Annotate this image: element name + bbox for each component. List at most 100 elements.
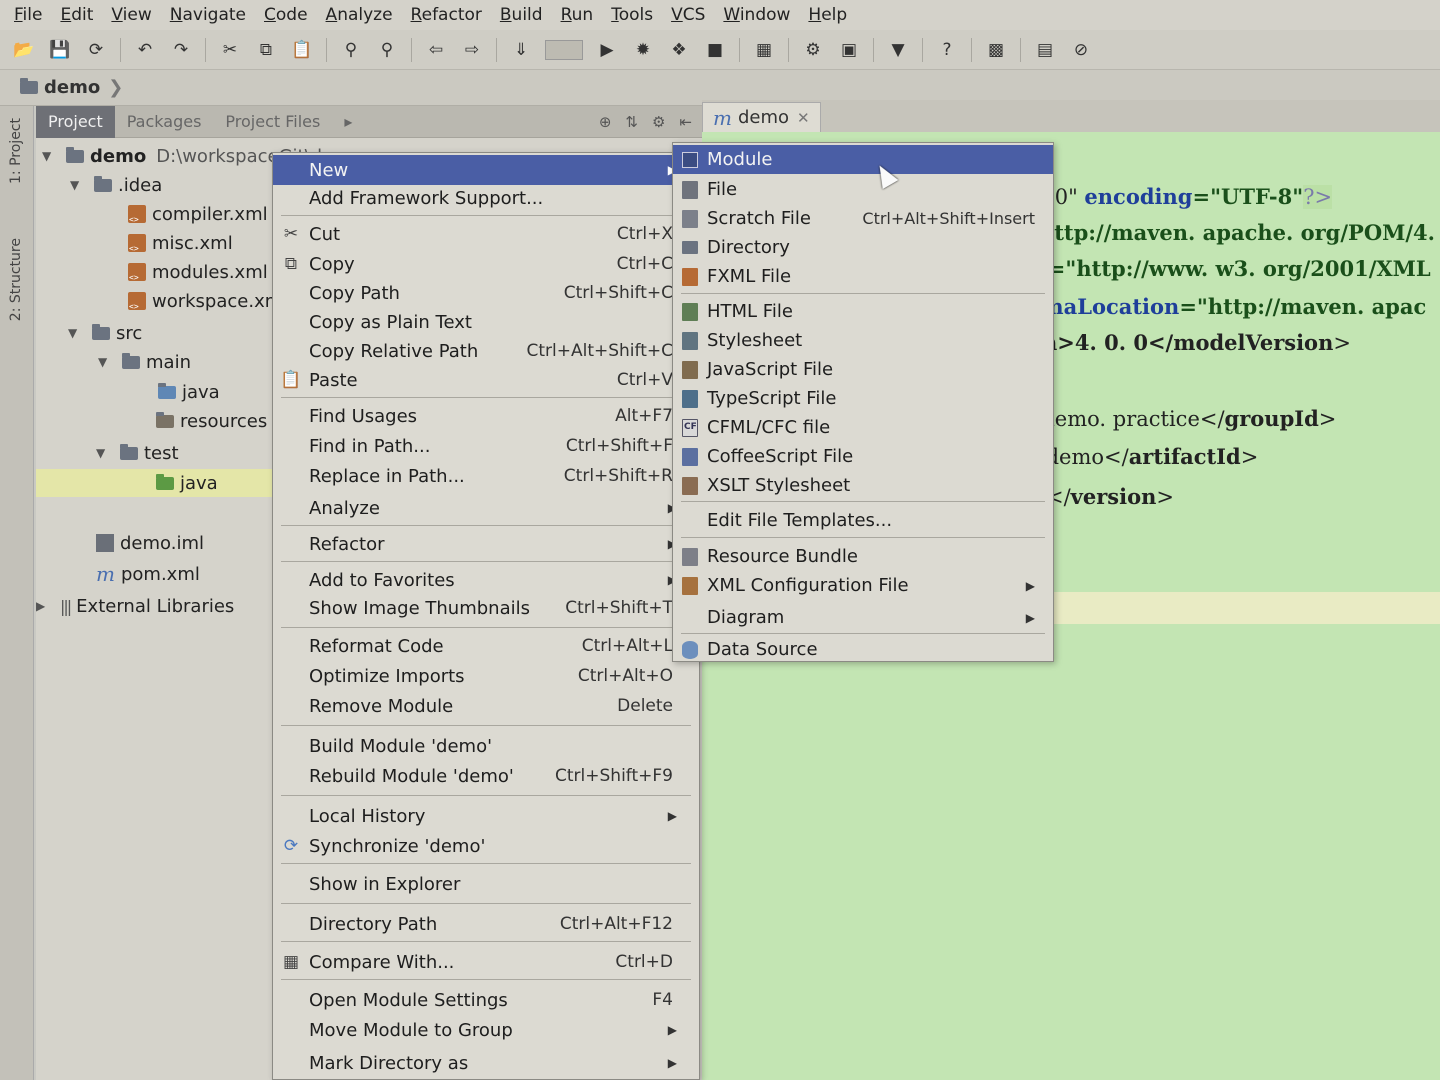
tree-node-java[interactable]: java: [158, 378, 220, 406]
tree-node-file[interactable]: misc.xml: [128, 229, 233, 257]
menu-tools[interactable]: Tools: [611, 5, 653, 25]
tree-node-file[interactable]: modules.xml: [128, 258, 268, 286]
menu-item-reformat[interactable]: Reformat Code Ctrl+Alt+L: [273, 631, 699, 661]
run-icon[interactable]: ▶: [595, 38, 619, 62]
make-icon[interactable]: ⇓: [509, 38, 533, 62]
menu-edit[interactable]: Edit: [60, 5, 93, 25]
menu-item-add-favorites[interactable]: Add to Favorites▶: [273, 565, 699, 595]
run-config-dropdown[interactable]: [545, 39, 583, 60]
menu-item-show-thumbnails[interactable]: Show Image Thumbnails Ctrl+Shift+T: [273, 593, 699, 623]
tabs-more-icon[interactable]: ▸: [332, 106, 364, 138]
menu-file[interactable]: File: [14, 5, 42, 25]
expand-arrow-icon[interactable]: ▼: [68, 326, 84, 340]
close-icon[interactable]: ✕: [797, 109, 810, 127]
tree-node-test-java[interactable]: java: [36, 469, 272, 497]
tree-node-iml[interactable]: demo.iml: [96, 529, 204, 557]
menu-item-copy-plain[interactable]: Copy as Plain Text: [273, 307, 699, 337]
collapse-all-icon[interactable]: ⇅: [625, 113, 638, 131]
submenu-item-coffeescript[interactable]: CoffeeScript File: [673, 442, 1053, 471]
gear-icon[interactable]: ⚙: [652, 113, 665, 131]
back-icon[interactable]: ⇦: [424, 38, 448, 62]
forward-icon[interactable]: ⇨: [460, 38, 484, 62]
menu-item-build-module[interactable]: Build Module 'demo': [273, 731, 699, 761]
menu-item-move-to-group[interactable]: Move Module to Group ▶: [273, 1015, 699, 1045]
menu-window[interactable]: Window: [723, 5, 790, 25]
menu-analyze[interactable]: Analyze: [326, 5, 393, 25]
submenu-item-diagram[interactable]: Diagram ▶: [673, 603, 1053, 632]
coverage-icon[interactable]: ❖: [667, 38, 691, 62]
tree-node-idea[interactable]: ▼ .idea: [70, 171, 162, 199]
expand-arrow-icon[interactable]: ▶: [36, 599, 52, 613]
scroll-from-source-icon[interactable]: ⊕: [599, 113, 612, 131]
menu-code[interactable]: Code: [264, 5, 308, 25]
submenu-item-directory[interactable]: Directory: [673, 233, 1053, 262]
editor-tab-demo[interactable]: m demo ✕: [702, 102, 821, 132]
menu-run[interactable]: Run: [561, 5, 594, 25]
tab-project[interactable]: Project: [36, 105, 115, 138]
submenu-item-scratch[interactable]: Scratch File Ctrl+Alt+Shift+Insert: [673, 204, 1053, 233]
submenu-item-edit-templates[interactable]: Edit File Templates...: [673, 506, 1053, 535]
copy-icon[interactable]: ⧉: [254, 38, 278, 62]
menu-item-add-framework[interactable]: Add Framework Support...: [273, 183, 699, 213]
menu-item-remove-module[interactable]: Remove Module Delete: [273, 691, 699, 721]
menu-item-analyze[interactable]: Analyze▶: [273, 493, 699, 523]
menu-item-mark-directory[interactable]: Mark Directory as ▶: [273, 1048, 699, 1078]
replace-icon[interactable]: ⚲: [375, 38, 399, 62]
menu-item-show-in-explorer[interactable]: Show in Explorer: [273, 869, 699, 899]
hide-icon[interactable]: ⇤: [679, 113, 692, 131]
help-icon[interactable]: ?: [935, 38, 959, 62]
submenu-item-html[interactable]: HTML File: [673, 297, 1053, 326]
profiler-icon[interactable]: ▤: [1033, 38, 1057, 62]
tool-window-structure[interactable]: 2: Structure: [8, 238, 24, 321]
save-icon[interactable]: 💾: [48, 38, 72, 62]
plugin-icon[interactable]: ▩: [984, 38, 1008, 62]
submenu-item-cfml[interactable]: CFML/CFC file: [673, 413, 1053, 442]
find-icon[interactable]: ⚲: [339, 38, 363, 62]
menu-build[interactable]: Build: [500, 5, 543, 25]
menu-item-directory-path[interactable]: Directory Path Ctrl+Alt+F12: [273, 909, 699, 939]
menu-item-replace-in-path[interactable]: Replace in Path... Ctrl+Shift+R: [273, 461, 699, 491]
menu-navigate[interactable]: Navigate: [170, 5, 246, 25]
menu-item-rebuild-module[interactable]: Rebuild Module 'demo' Ctrl+Shift+F9: [273, 761, 699, 791]
stop-icon[interactable]: ■: [703, 38, 727, 62]
submenu-item-resource-bundle[interactable]: Resource Bundle: [673, 542, 1053, 571]
submenu-item-module[interactable]: Module: [673, 145, 1053, 174]
debug-icon[interactable]: ✹: [631, 38, 655, 62]
menu-item-open-module-settings[interactable]: Open Module Settings F4: [273, 985, 699, 1015]
tree-node-file[interactable]: workspace.xm: [128, 287, 282, 315]
menu-item-copy-relative[interactable]: Copy Relative Path Ctrl+Alt+Shift+C: [273, 336, 699, 366]
submenu-item-fxml[interactable]: FXML File: [673, 262, 1053, 291]
open-icon[interactable]: 📂: [12, 38, 36, 62]
submenu-item-xml-config[interactable]: XML Configuration File ▶: [673, 571, 1053, 600]
settings-icon[interactable]: ⚙: [801, 38, 825, 62]
submenu-item-stylesheet[interactable]: Stylesheet: [673, 326, 1053, 355]
menu-item-cut[interactable]: ✂ Cut Ctrl+X: [273, 219, 699, 249]
paste-icon[interactable]: 📋: [290, 38, 314, 62]
menu-item-copy[interactable]: ⧉ Copy Ctrl+C: [273, 249, 699, 279]
breadcrumb-demo[interactable]: demo ❯: [20, 77, 123, 98]
tree-node-external-libraries[interactable]: ▶ ||| External Libraries: [36, 592, 234, 620]
tab-project-files[interactable]: Project Files: [213, 106, 332, 138]
tab-packages[interactable]: Packages: [115, 106, 214, 138]
submenu-item-xslt[interactable]: XSLT Stylesheet: [673, 471, 1053, 500]
expand-arrow-icon[interactable]: ▼: [42, 149, 58, 163]
project-structure-icon[interactable]: ▣: [837, 38, 861, 62]
tree-node-src[interactable]: ▼ src: [68, 319, 142, 347]
tree-node-main[interactable]: ▼ main: [98, 348, 191, 376]
menu-item-new[interactable]: New▶: [273, 155, 699, 185]
menu-help[interactable]: Help: [808, 5, 847, 25]
menu-item-synchronize[interactable]: ⟳ Synchronize 'demo': [273, 831, 699, 861]
undo-icon[interactable]: ↶: [133, 38, 157, 62]
tree-node-file[interactable]: compiler.xml: [128, 200, 268, 228]
sync-icon[interactable]: ⟳: [84, 38, 108, 62]
power-save-icon[interactable]: ⊘: [1069, 38, 1093, 62]
menu-item-paste[interactable]: 📋 Paste Ctrl+V: [273, 365, 699, 395]
menu-item-find-in-path[interactable]: Find in Path... Ctrl+Shift+F: [273, 431, 699, 461]
expand-arrow-icon[interactable]: ▼: [70, 178, 86, 192]
submenu-item-javascript[interactable]: JavaScript File: [673, 355, 1053, 384]
cut-icon[interactable]: ✂: [218, 38, 242, 62]
redo-icon[interactable]: ↷: [169, 38, 193, 62]
menu-item-find-usages[interactable]: Find Usages Alt+F7: [273, 401, 699, 431]
tree-node-test[interactable]: ▼ test: [96, 439, 179, 467]
expand-arrow-icon[interactable]: ▼: [96, 446, 112, 460]
